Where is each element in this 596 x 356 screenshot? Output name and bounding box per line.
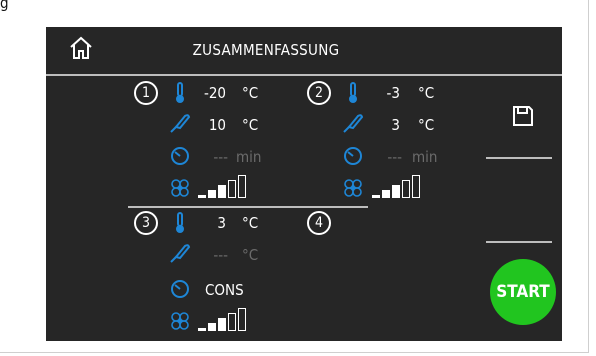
fan-icon (344, 179, 362, 197)
zone-1-number[interactable]: 1 (134, 81, 158, 105)
action-divider (486, 241, 552, 243)
zones-divider (128, 206, 368, 208)
zone-3-probe-unit: °C (242, 246, 259, 264)
zone-2-temperature: -3 (386, 84, 400, 102)
save-divider (486, 157, 552, 159)
save-icon[interactable] (512, 105, 534, 127)
zone-2-probe-unit: °C (418, 116, 435, 134)
zone-2-time: --- (387, 148, 402, 166)
zone-2-probe: 3 (391, 116, 400, 134)
zone-1-temp-unit: °C (242, 84, 259, 102)
control-panel: ZUSAMMENFASSUNG 1 -20 °C 10 °C --- min 2 (46, 27, 562, 341)
core-probe-icon (343, 114, 364, 133)
core-probe-icon (170, 114, 191, 133)
fan-icon (171, 312, 189, 330)
partial-caption: g (0, 0, 9, 12)
core-probe-icon (170, 244, 191, 263)
start-button[interactable]: START (490, 259, 556, 325)
zone-3-temperature: 3 (217, 214, 226, 232)
timer-icon (344, 147, 362, 165)
zone-3-time: CONS (205, 281, 244, 299)
fan-speed-indicator (198, 308, 246, 331)
zone-1-time-unit: min (236, 148, 262, 166)
zone-3-temp-unit: °C (242, 214, 259, 232)
timer-icon (171, 280, 189, 298)
fan-speed-indicator (198, 175, 246, 198)
zone-4-number[interactable]: 4 (307, 211, 331, 235)
zone-2-time-unit: min (412, 148, 438, 166)
zone-3-number[interactable]: 3 (134, 211, 158, 235)
thermometer-icon (176, 82, 184, 103)
zone-3-probe: --- (213, 246, 228, 264)
zone-2-number[interactable]: 2 (307, 81, 331, 105)
thermometer-icon (349, 82, 357, 103)
header-divider (46, 74, 562, 76)
fan-icon (171, 179, 189, 197)
page-title: ZUSAMMENFASSUNG (192, 41, 340, 59)
zone-2-temp-unit: °C (418, 84, 435, 102)
zone-1-probe: 10 (208, 116, 226, 134)
zone-1-probe-unit: °C (242, 116, 259, 134)
zone-1-time: --- (213, 148, 228, 166)
thermometer-icon (176, 212, 184, 233)
timer-icon (171, 147, 189, 165)
fan-speed-indicator (372, 175, 420, 198)
zone-1-temperature: -20 (203, 84, 226, 102)
